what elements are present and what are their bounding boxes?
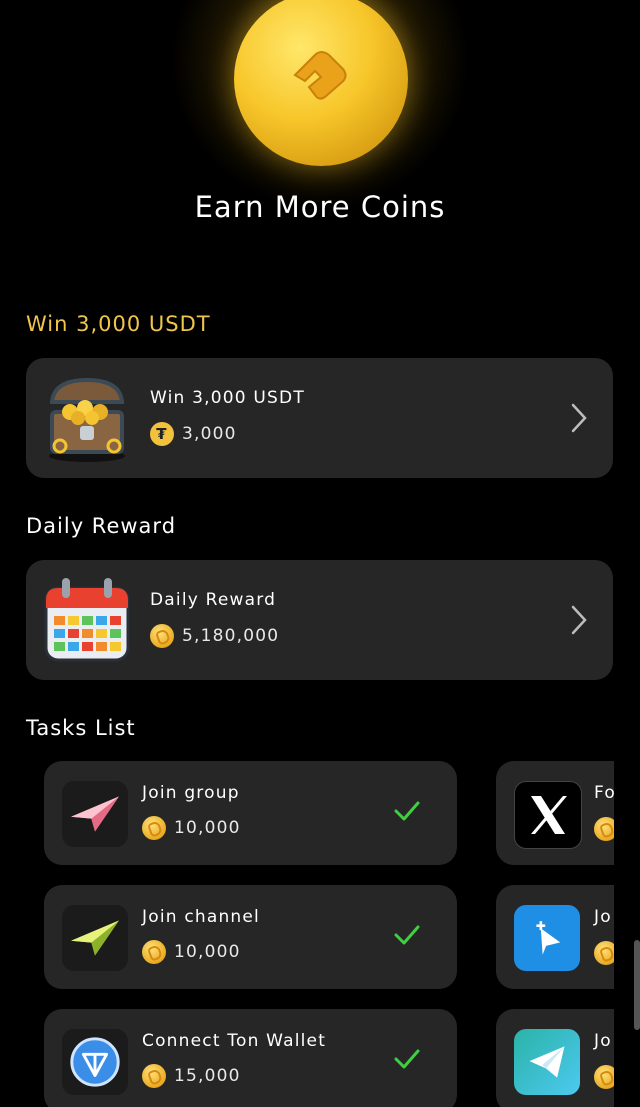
coin-icon	[142, 1064, 166, 1088]
checkmark-icon	[394, 801, 420, 821]
coin-icon	[594, 817, 614, 841]
task-name: Join channel	[142, 907, 260, 927]
scrollbar[interactable]	[634, 940, 640, 1030]
task-name: Jo	[594, 1031, 612, 1051]
task-join-bot[interactable]: Jo	[496, 885, 614, 989]
ton-wallet-icon	[62, 1029, 128, 1095]
task-follow-x[interactable]: Fo	[496, 761, 614, 865]
x-logo-icon	[514, 781, 582, 849]
task-name: Fo	[594, 783, 614, 803]
task-reward: 10,000	[142, 816, 241, 840]
paper-plane-yellow-icon	[62, 905, 128, 971]
bot-app-icon	[514, 905, 580, 971]
task-name: Join group	[142, 783, 240, 803]
task-join-channel[interactable]: Join channel 10,000	[44, 885, 457, 989]
paper-plane-pink-icon	[62, 781, 128, 847]
coin-icon	[594, 1065, 614, 1089]
coin-icon	[142, 816, 166, 840]
task-name: Jo	[594, 907, 612, 927]
task-reward-value: 10,000	[174, 818, 241, 838]
task-reward: 10,000	[142, 940, 241, 964]
task-connect-wallet[interactable]: Connect Ton Wallet 15,000	[44, 1009, 457, 1107]
task-name: Connect Ton Wallet	[142, 1031, 327, 1051]
tasks-scroller[interactable]: Join group 10,000 Fo Join channel 10,000…	[0, 0, 614, 1107]
checkmark-icon	[394, 925, 420, 945]
task-reward: 15,000	[142, 1064, 241, 1088]
telegram-app-icon	[514, 1029, 580, 1095]
task-join-group[interactable]: Join group 10,000	[44, 761, 457, 865]
task-join-app[interactable]: Jo	[496, 1009, 614, 1107]
coin-icon	[142, 940, 166, 964]
task-reward-value: 10,000	[174, 942, 241, 962]
task-reward-value: 15,000	[174, 1066, 241, 1086]
coin-icon	[594, 941, 614, 965]
checkmark-icon	[394, 1049, 420, 1069]
